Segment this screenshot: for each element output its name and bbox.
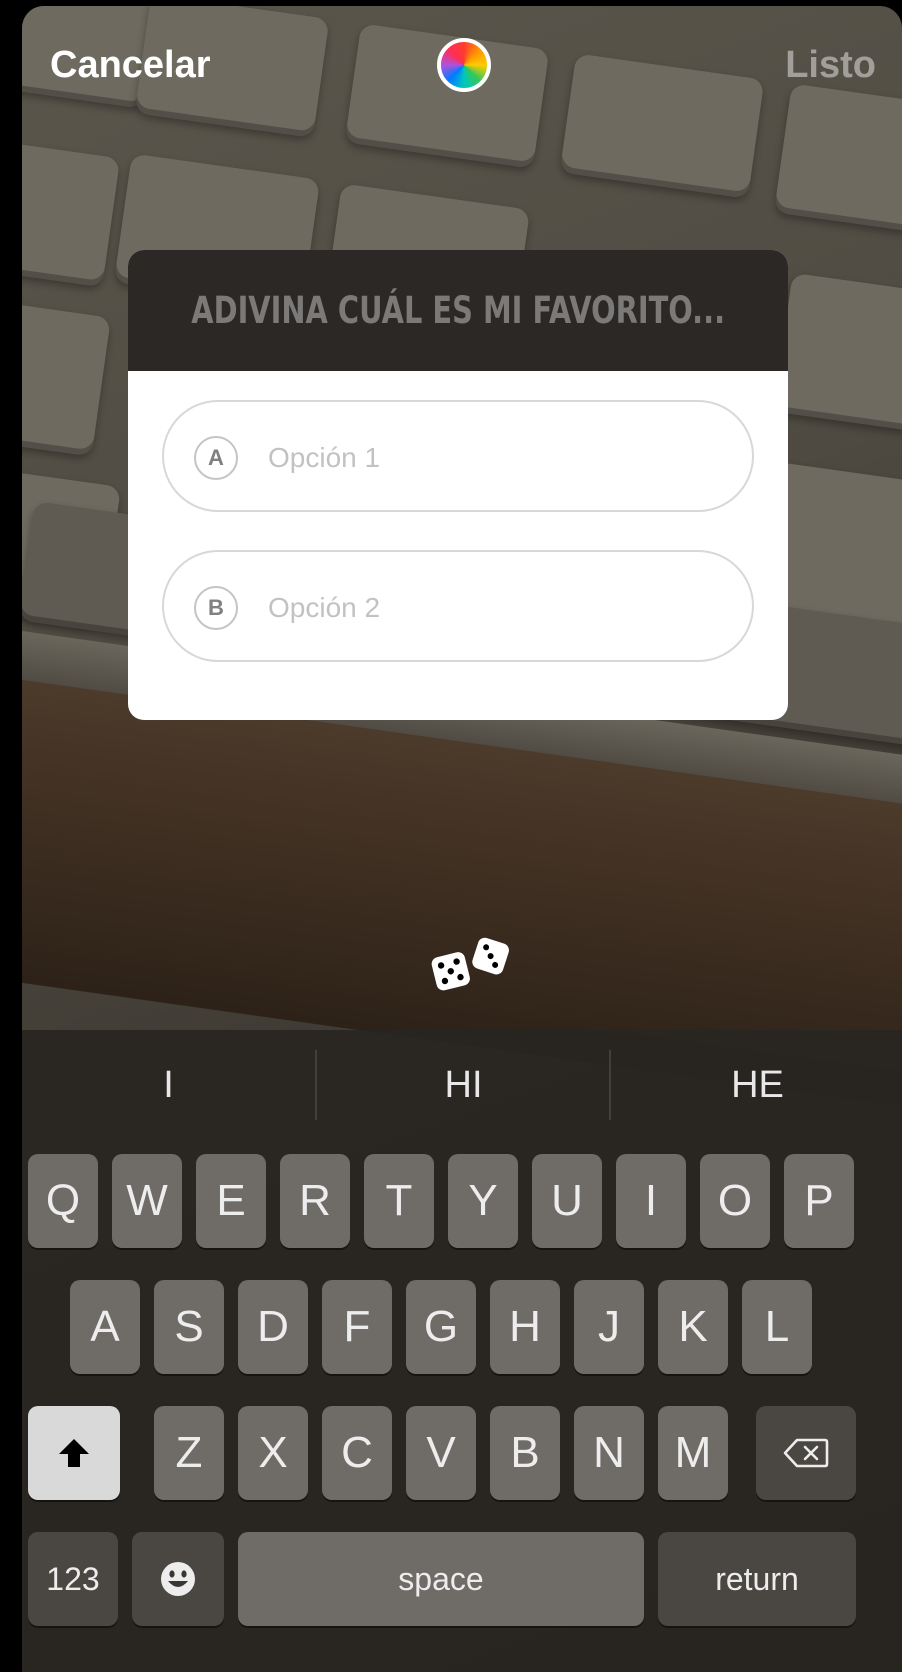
shift-arrow-icon — [59, 1439, 89, 1467]
key-g[interactable]: G — [406, 1280, 476, 1374]
key-j[interactable]: J — [574, 1280, 644, 1374]
key-x[interactable]: X — [238, 1406, 308, 1500]
option-letter-b: B — [194, 586, 238, 630]
key-z[interactable]: Z — [154, 1406, 224, 1500]
key-q[interactable]: Q — [28, 1154, 98, 1248]
dice-icon[interactable] — [430, 936, 514, 996]
suggestion-2[interactable]: HI — [317, 1030, 610, 1140]
suggestion-1[interactable]: I — [22, 1030, 315, 1140]
key-b[interactable]: B — [490, 1406, 560, 1500]
suggestion-bar: I HI HE — [22, 1030, 902, 1140]
space-key[interactable]: space — [238, 1532, 644, 1626]
key-k[interactable]: K — [658, 1280, 728, 1374]
key-r[interactable]: R — [280, 1154, 350, 1248]
cancel-button[interactable]: Cancelar — [50, 44, 211, 87]
option-letter-a: A — [194, 436, 238, 480]
quiz-sticker: ADIVINA CUÁL ES MI FAVORITO... A Opción … — [128, 250, 788, 720]
key-t[interactable]: T — [364, 1154, 434, 1248]
key-l[interactable]: L — [742, 1280, 812, 1374]
key-d[interactable]: D — [238, 1280, 308, 1374]
color-wheel-icon[interactable] — [437, 38, 491, 92]
shift-key[interactable] — [28, 1406, 120, 1500]
emoji-key[interactable] — [132, 1532, 224, 1626]
quiz-header[interactable]: ADIVINA CUÁL ES MI FAVORITO... — [128, 250, 788, 371]
key-p[interactable]: P — [784, 1154, 854, 1248]
keyboard: I HI HE Q W E R T Y U I O P A S D F G H … — [22, 1030, 902, 1672]
suggestion-3[interactable]: HE — [611, 1030, 902, 1140]
key-a[interactable]: A — [70, 1280, 140, 1374]
option-b-input[interactable]: Opción 2 — [268, 592, 380, 624]
key-i[interactable]: I — [616, 1154, 686, 1248]
quiz-question-title[interactable]: ADIVINA CUÁL ES MI FAVORITO... — [191, 289, 725, 332]
key-v[interactable]: V — [406, 1406, 476, 1500]
story-editor-screen: Cancelar Listo ADIVINA CUÁL ES MI FAVORI… — [22, 6, 902, 1672]
key-u[interactable]: U — [532, 1154, 602, 1248]
key-s[interactable]: S — [154, 1280, 224, 1374]
quiz-option-a[interactable]: A Opción 1 — [162, 400, 754, 512]
key-y[interactable]: Y — [448, 1154, 518, 1248]
delete-icon — [783, 1438, 829, 1468]
key-o[interactable]: O — [700, 1154, 770, 1248]
return-key[interactable]: return — [658, 1532, 856, 1626]
quiz-option-b[interactable]: B Opción 2 — [162, 550, 754, 662]
key-h[interactable]: H — [490, 1280, 560, 1374]
option-a-input[interactable]: Opción 1 — [268, 442, 380, 474]
key-m[interactable]: M — [658, 1406, 728, 1500]
key-f[interactable]: F — [322, 1280, 392, 1374]
delete-key[interactable] — [756, 1406, 856, 1500]
emoji-icon — [161, 1562, 195, 1596]
key-e[interactable]: E — [196, 1154, 266, 1248]
done-button[interactable]: Listo — [785, 44, 876, 87]
key-c[interactable]: C — [322, 1406, 392, 1500]
numbers-key[interactable]: 123 — [28, 1532, 118, 1626]
key-w[interactable]: W — [112, 1154, 182, 1248]
key-n[interactable]: N — [574, 1406, 644, 1500]
